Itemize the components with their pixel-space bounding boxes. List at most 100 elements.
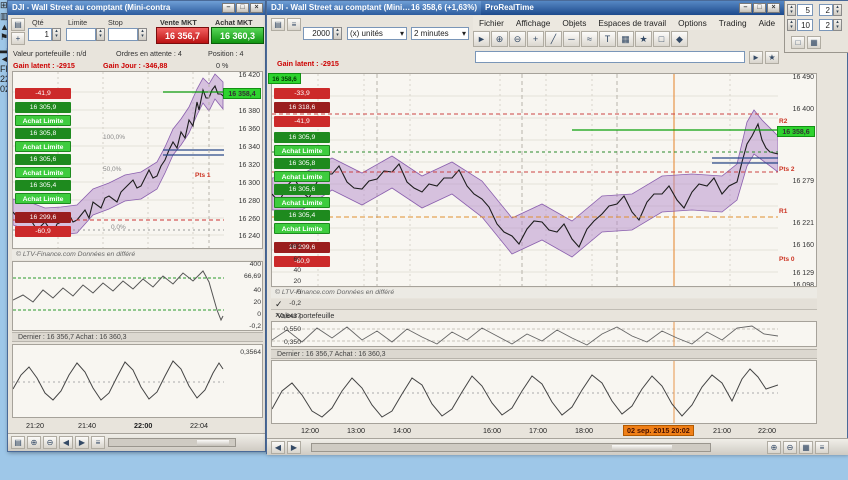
limit-label: Limite: [68, 18, 88, 27]
close-button[interactable]: ×: [250, 3, 263, 13]
menu-item[interactable]: Options: [672, 16, 713, 30]
timeframe-dropdown[interactable]: 2 minutes ▾: [411, 27, 469, 40]
stop-stepper[interactable]: ▴ ▾: [138, 28, 147, 41]
order-ticket-icon[interactable]: ▤: [11, 18, 25, 31]
order-label[interactable]: 16 305,9: [15, 102, 71, 113]
trendline-icon[interactable]: ╱: [545, 31, 562, 47]
menu-item[interactable]: Affichage: [510, 16, 556, 30]
close-button[interactable]: ×: [767, 3, 780, 13]
left-horizontal-scrollbar[interactable]: [108, 438, 236, 447]
price-axis-tick: R1: [779, 208, 788, 215]
order-label[interactable]: 16 299,6: [15, 212, 71, 223]
size2b-field[interactable]: 2: [819, 19, 833, 31]
scroll-right-icon[interactable]: ▶: [75, 436, 89, 449]
text-icon[interactable]: T: [599, 31, 616, 47]
rsi-pane[interactable]: [271, 321, 817, 347]
indicator-axis-tick: 60: [293, 256, 301, 263]
lock-icon[interactable]: □: [791, 36, 805, 49]
order-settings-icon[interactable]: +: [11, 32, 25, 45]
buy-market-button[interactable]: 16 360,3: [211, 27, 264, 44]
order-label[interactable]: 16 305,6: [15, 154, 71, 165]
oscillator-pane[interactable]: [271, 360, 817, 424]
price-axis-tick: 16 221: [792, 220, 814, 227]
size2-stepper[interactable]: ▴ ▾: [787, 19, 796, 31]
quantity-field[interactable]: 1: [28, 28, 52, 41]
data-provider-note: © LTV-Finance.com Données en différé: [12, 250, 263, 260]
main-window-titlebar[interactable]: ProRealTime – □ ×: [481, 1, 784, 15]
indicator-checkbox-icon[interactable]: ✓: [275, 299, 817, 310]
menu-item[interactable]: Objets: [556, 16, 592, 30]
order-label[interactable]: Achat Limite: [15, 141, 71, 152]
zoom-out-icon[interactable]: ⊖: [509, 31, 526, 47]
chart-menu-icon[interactable]: ≡: [815, 441, 829, 454]
order-label[interactable]: Achat Limite: [15, 115, 71, 126]
scrollbar-thumb[interactable]: [197, 440, 229, 446]
limit-price-field[interactable]: [66, 28, 96, 41]
menu-item[interactable]: Trading: [713, 16, 753, 30]
right-horizontal-scrollbar[interactable]: [311, 443, 711, 452]
size2-field[interactable]: 10: [797, 19, 813, 31]
scroll-left-icon[interactable]: ◀: [59, 436, 73, 449]
zoom-in-icon[interactable]: ⊕: [27, 436, 41, 449]
maximize-button[interactable]: □: [236, 3, 249, 13]
left-window-titlebar[interactable]: DJI - Wall Street au comptant (Mini-cont…: [8, 1, 265, 15]
order-label[interactable]: Achat Limite: [15, 193, 71, 204]
order-label[interactable]: -41,9: [15, 88, 71, 99]
size1b-stepper[interactable]: ▴ ▾: [833, 4, 842, 16]
fibonacci-icon[interactable]: ≈: [581, 31, 598, 47]
stop-price-field[interactable]: [108, 28, 138, 41]
zoom-in-icon[interactable]: ⊕: [767, 441, 781, 454]
contracts-field[interactable]: 2000: [303, 27, 333, 40]
menu-item[interactable]: Espaces de travail: [592, 16, 672, 30]
zoom-out-icon[interactable]: ⊖: [43, 436, 57, 449]
maximize-button[interactable]: □: [753, 3, 766, 13]
rectangle-icon[interactable]: □: [653, 31, 670, 47]
left-price-chart[interactable]: -41,9 16 305,9 Achat Limite 16 305,8 Achat L…: [12, 71, 263, 249]
rsi-header-row: ✓× Relative strength index (RSI)(14) Der…: [271, 299, 817, 331]
order-label[interactable]: Achat Limite: [15, 167, 71, 178]
background-window-axis-strip: 16 358,6 400 60 40 20 0 -0,2 0,6437 0,550 0,350: [267, 1, 303, 386]
menu-item[interactable]: Fichier: [473, 16, 510, 30]
chart-list-icon[interactable]: ▤: [11, 436, 25, 449]
order-label[interactable]: 16 305,4: [15, 180, 71, 191]
indicator-close-icon[interactable]: ×: [275, 310, 817, 321]
scroll-right-icon[interactable]: ▶: [287, 441, 301, 454]
search-go-icon[interactable]: ►: [749, 51, 763, 64]
favorites-icon[interactable]: ★: [635, 31, 652, 47]
indicator-icon[interactable]: ▦: [617, 31, 634, 47]
order-label[interactable]: -60,9: [15, 226, 71, 237]
size1b-field[interactable]: 2: [819, 4, 833, 16]
sell-market-button[interactable]: 16 356,7: [156, 27, 209, 44]
scroll-left-icon[interactable]: ◀: [271, 441, 285, 454]
layout-icon[interactable]: ▦: [807, 36, 821, 49]
fit-chart-icon[interactable]: ▦: [799, 441, 813, 454]
size2b-stepper[interactable]: ▴ ▾: [833, 19, 842, 31]
instrument-search-input[interactable]: [475, 51, 745, 63]
settings-icon[interactable]: ◆: [671, 31, 688, 47]
quantity-stepper[interactable]: ▴ ▾: [52, 28, 61, 41]
size1-field[interactable]: 5: [797, 4, 813, 16]
left-time-axis: 21:20 21:40 22:00 22:04: [12, 420, 263, 432]
horizontal-line-icon[interactable]: ─: [563, 31, 580, 47]
crosshair-icon[interactable]: +: [527, 31, 544, 47]
contracts-stepper[interactable]: ▴ ▾: [333, 27, 342, 40]
minimize-button[interactable]: –: [222, 3, 235, 13]
price-axis-tick: 16 279: [792, 178, 814, 185]
menu-item[interactable]: Aide: [753, 16, 782, 30]
indicator-axis-tick: 0,3564: [240, 349, 261, 356]
limit-stepper[interactable]: ▴ ▾: [96, 28, 105, 41]
right-price-chart[interactable]: -33,9 16 318,6 -41,9 16 305,9 Achat Limite 16…: [271, 73, 817, 287]
minimize-button[interactable]: –: [739, 3, 752, 13]
time-axis-tick: 18:00: [575, 426, 593, 435]
fibonacci-level-label: 100,0%: [103, 134, 126, 141]
current-price-badge: 16 358,4: [223, 88, 261, 99]
watchlist-icon[interactable]: ★: [765, 51, 779, 64]
size1-stepper[interactable]: ▴ ▾: [787, 4, 796, 16]
units-dropdown[interactable]: (x) unités ▾: [347, 27, 407, 40]
cursor-icon[interactable]: ►: [473, 31, 490, 47]
zoom-in-icon[interactable]: ⊕: [491, 31, 508, 47]
scrollbar-thumb[interactable]: [612, 445, 672, 451]
options-icon[interactable]: ≡: [91, 436, 105, 449]
zoom-out-icon[interactable]: ⊖: [783, 441, 797, 454]
order-label[interactable]: 16 305,8: [15, 128, 71, 139]
